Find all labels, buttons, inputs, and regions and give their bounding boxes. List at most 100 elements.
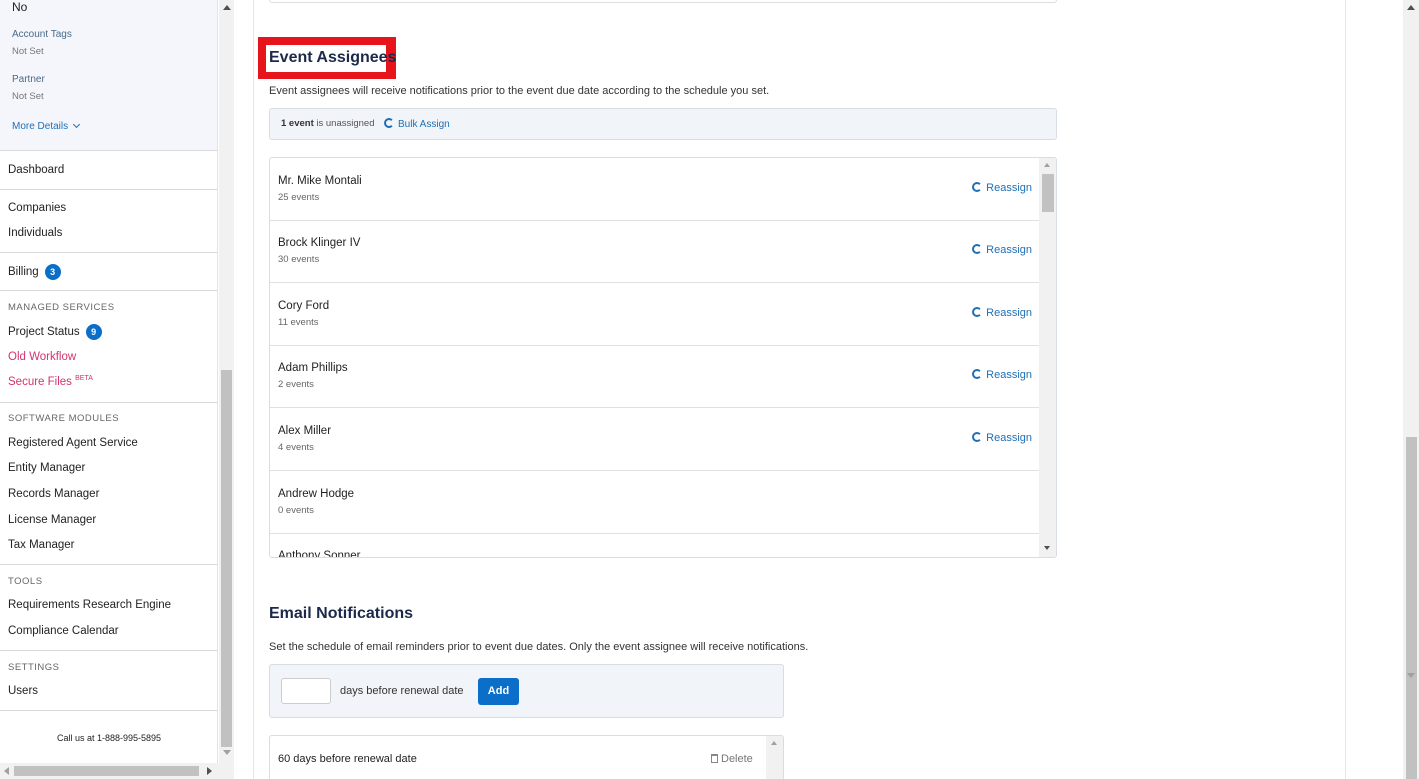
reassign-label: Reassign bbox=[986, 182, 1032, 194]
days-before-label: days before renewal date bbox=[340, 685, 464, 697]
refresh-icon bbox=[972, 369, 983, 379]
sidebar-item-dashboard[interactable]: Dashboard bbox=[8, 164, 64, 176]
sidebar-item-tax-manager[interactable]: Tax Manager bbox=[8, 539, 74, 551]
assignee-name: Alex Miller bbox=[278, 425, 332, 437]
divider bbox=[0, 402, 217, 403]
sidebar-item-old-workflow[interactable]: Old Workflow bbox=[8, 351, 76, 363]
sidebar-item-license-manager[interactable]: License Manager bbox=[8, 514, 96, 526]
assignee-event-count: 0 events bbox=[278, 505, 314, 516]
assignee-name: Mr. Mike Montali bbox=[278, 175, 362, 187]
scroll-up-arrow-icon[interactable] bbox=[1044, 163, 1050, 167]
sidebar-vertical-scrollbar[interactable] bbox=[219, 0, 234, 763]
scroll-left-arrow-icon[interactable] bbox=[4, 767, 9, 775]
sidebar-item-companies[interactable]: Companies bbox=[8, 202, 66, 214]
sidebar-item-compliance-calendar[interactable]: Compliance Calendar bbox=[8, 625, 119, 637]
list-item: Mr. Mike Montali 25 events Reassign bbox=[270, 158, 1040, 221]
days-before-input[interactable] bbox=[281, 678, 331, 704]
list-item: Adam Phillips 2 events Reassign bbox=[270, 345, 1040, 408]
scrollbar-thumb[interactable] bbox=[1406, 437, 1417, 779]
reassign-label: Reassign bbox=[986, 244, 1032, 256]
assignee-list-scrollbar[interactable] bbox=[1039, 158, 1056, 557]
reassign-button[interactable]: Reassign bbox=[972, 244, 1032, 256]
reminder-list-scrollbar[interactable] bbox=[766, 736, 783, 779]
assignee-name: Adam Phillips bbox=[278, 362, 348, 374]
refresh-icon bbox=[972, 432, 983, 442]
panel-border bbox=[253, 0, 254, 779]
project-status-badge: 9 bbox=[85, 324, 102, 340]
assignee-event-count: 30 events bbox=[278, 254, 320, 265]
assignee-event-count: 4 events bbox=[278, 442, 314, 453]
reassign-button[interactable]: Reassign bbox=[972, 369, 1032, 381]
assignee-event-count: 25 events bbox=[278, 192, 320, 203]
scroll-up-arrow-icon[interactable] bbox=[771, 741, 777, 745]
email-notifications-description: Set the schedule of email reminders prio… bbox=[269, 641, 809, 653]
sidebar-item-individuals[interactable]: Individuals bbox=[8, 227, 62, 239]
add-reminder-bar: days before renewal date Add bbox=[269, 664, 784, 718]
scroll-up-arrow-icon[interactable] bbox=[223, 5, 231, 10]
support-phone: Call us at 1-888-995-5895 bbox=[56, 733, 162, 743]
sidebar-item-entity-manager[interactable]: Entity Manager bbox=[8, 462, 85, 474]
unassigned-suffix: is unassigned bbox=[313, 118, 375, 129]
partner-value: Not Set bbox=[12, 91, 44, 102]
event-assignees-title: Event Assignees bbox=[269, 49, 397, 66]
sidebar-horizontal-scrollbar[interactable] bbox=[0, 763, 234, 779]
reassign-label: Reassign bbox=[986, 432, 1032, 444]
assignee-name: Anthony Sonner bbox=[278, 550, 361, 558]
assignee-name: Brock Klinger IV bbox=[278, 237, 361, 249]
sidebar-item-secure-files[interactable]: Secure Files BETA bbox=[8, 375, 93, 388]
add-button[interactable]: Add bbox=[478, 678, 519, 705]
sidebar-item-label: Billing bbox=[8, 266, 39, 279]
reassign-button[interactable]: Reassign bbox=[972, 307, 1032, 319]
section-heading-settings: SETTINGS bbox=[8, 662, 60, 673]
sidebar-item-project-status[interactable]: Project Status 9 bbox=[8, 324, 102, 340]
list-item: Andrew Hodge 0 events bbox=[270, 471, 1040, 534]
reminder-schedule-list: 60 days before renewal date Delete bbox=[269, 735, 784, 779]
sidebar-item-users[interactable]: Users bbox=[8, 685, 38, 697]
sidebar-item-records-manager[interactable]: Records Manager bbox=[8, 488, 99, 500]
bulk-assign-label: Bulk Assign bbox=[398, 119, 450, 130]
refresh-icon bbox=[972, 182, 983, 192]
scrollbar-thumb[interactable] bbox=[14, 766, 199, 776]
scroll-down-arrow-icon[interactable] bbox=[1407, 673, 1415, 678]
refresh-icon bbox=[972, 244, 983, 254]
trash-icon bbox=[711, 754, 718, 763]
scroll-right-arrow-icon[interactable] bbox=[207, 767, 212, 775]
delete-button[interactable]: Delete bbox=[711, 753, 753, 765]
reminder-item-label: 60 days before renewal date bbox=[278, 753, 417, 765]
account-tags-value: Not Set bbox=[12, 46, 44, 57]
sidebar-item-requirements-research-engine[interactable]: Requirements Research Engine bbox=[8, 599, 171, 611]
reassign-button[interactable]: Reassign bbox=[972, 432, 1032, 444]
assignee-list: Mr. Mike Montali 25 events Reassign Broc… bbox=[269, 157, 1057, 558]
panel-border bbox=[1345, 0, 1346, 779]
sidebar-item-billing[interactable]: Billing 3 bbox=[8, 264, 61, 280]
scroll-down-arrow-icon[interactable] bbox=[223, 750, 231, 755]
more-details-link[interactable]: More Details bbox=[12, 120, 80, 132]
reassign-button[interactable]: Reassign bbox=[972, 182, 1032, 194]
scroll-down-arrow-icon[interactable] bbox=[1044, 546, 1050, 550]
divider bbox=[0, 290, 217, 291]
bulk-assign-button[interactable]: Bulk Assign bbox=[384, 118, 450, 130]
scroll-up-arrow-icon[interactable] bbox=[1407, 5, 1415, 10]
reassign-label: Reassign bbox=[986, 307, 1032, 319]
list-item: Alex Miller 4 events Reassign bbox=[270, 408, 1040, 471]
scrollbar-thumb[interactable] bbox=[1042, 174, 1054, 212]
billing-count-badge: 3 bbox=[44, 264, 61, 280]
divider bbox=[0, 710, 217, 711]
divider bbox=[0, 564, 217, 565]
scrollbar-thumb[interactable] bbox=[221, 370, 232, 747]
account-summary: No Account Tags Not Set Partner Not Set … bbox=[0, 0, 217, 151]
event-assignees-description: Event assignees will receive notificatio… bbox=[269, 85, 770, 97]
list-item: Brock Klinger IV 30 events Reassign bbox=[270, 220, 1040, 283]
previous-section-box bbox=[269, 0, 1057, 3]
email-notifications-title: Email Notifications bbox=[269, 605, 414, 622]
partner-label: Partner bbox=[12, 74, 45, 85]
sidebar-item-label: Project Status bbox=[8, 326, 80, 339]
beta-badge: BETA bbox=[75, 375, 93, 382]
section-heading-managed-services: MANAGED SERVICES bbox=[8, 302, 115, 313]
page-vertical-scrollbar[interactable] bbox=[1403, 0, 1419, 779]
unassigned-count: 1 event bbox=[281, 118, 314, 129]
sidebar-item-label: Secure Files bbox=[8, 375, 72, 388]
chevron-down-icon bbox=[72, 120, 80, 129]
section-heading-tools: TOOLS bbox=[8, 576, 43, 587]
sidebar-item-registered-agent-service[interactable]: Registered Agent Service bbox=[8, 437, 138, 449]
